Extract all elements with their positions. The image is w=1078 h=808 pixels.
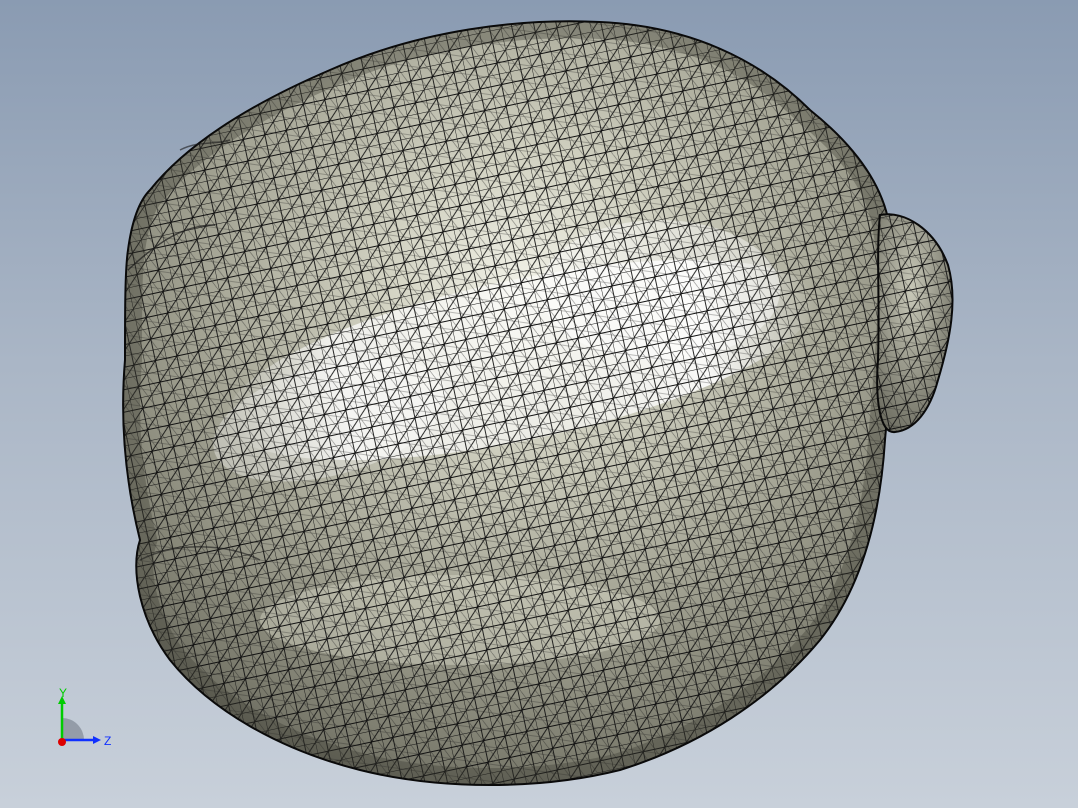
graphics-viewport[interactable]: Y Z	[0, 0, 1078, 808]
axis-triad: Y Z	[58, 686, 111, 748]
triad-orientation-arc	[62, 718, 84, 740]
z-axis-label: Z	[104, 734, 111, 748]
z-axis-arrowhead	[93, 736, 101, 744]
mesh-model[interactable]	[0, 0, 1078, 808]
x-axis-dot	[58, 738, 66, 746]
y-axis-label: Y	[59, 686, 67, 700]
